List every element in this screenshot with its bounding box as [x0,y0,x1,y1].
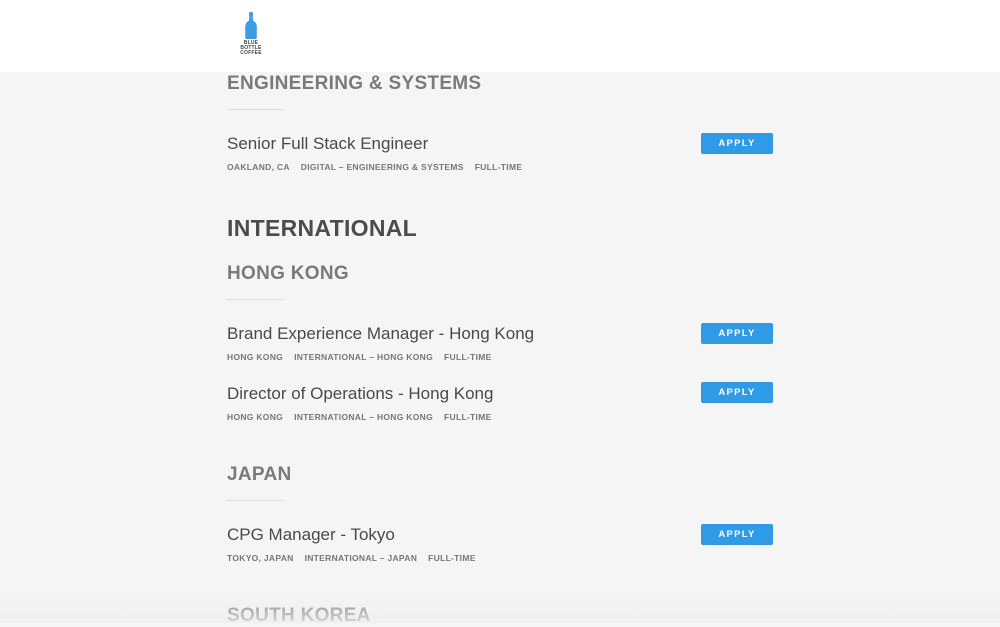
job-title-cpg-manager-tokyo[interactable]: CPG Manager - Tokyo [227,525,395,545]
bottle-icon [245,12,257,39]
job-department: DIGITAL – ENGINEERING & SYSTEMS [300,162,464,172]
section-heading-hong-kong: HONG KONG [227,263,349,284]
job-department: INTERNATIONAL – HONG KONG [294,412,434,422]
section-heading-japan: JAPAN [227,464,292,485]
blue-bottle-logo[interactable]: BLUE BOTTLE COFFEE [233,12,269,56]
apply-button[interactable]: APPLY [701,524,773,545]
job-location: OAKLAND, CA [227,162,290,172]
logo-wordmark: BLUE BOTTLE COFFEE [240,40,262,56]
apply-button[interactable]: APPLY [701,323,773,344]
job-department: INTERNATIONAL – HONG KONG [294,352,434,362]
job-location: HONG KONG [227,352,284,362]
job-title-brand-experience-manager[interactable]: Brand Experience Manager - Hong Kong [227,324,534,344]
job-department: INTERNATIONAL – JAPAN [304,553,418,563]
job-meta: HONG KONG INTERNATIONAL – HONG KONG FULL… [227,352,492,362]
section-divider [227,109,284,110]
job-meta: HONG KONG INTERNATIONAL – HONG KONG FULL… [227,412,492,422]
section-divider [227,500,284,501]
job-location: TOKYO, JAPAN [227,553,294,563]
job-type: FULL-TIME [474,162,523,172]
apply-button[interactable]: APPLY [701,133,773,154]
site-header: BLUE BOTTLE COFFEE [0,0,1000,72]
job-type: FULL-TIME [428,553,476,563]
job-title-director-of-operations[interactable]: Director of Operations - Hong Kong [227,384,493,404]
job-meta: OAKLAND, CA DIGITAL – ENGINEERING & SYST… [227,162,522,172]
job-title-senior-full-stack-engineer[interactable]: Senior Full Stack Engineer [227,134,428,154]
section-divider [227,299,284,300]
job-meta: TOKYO, JAPAN INTERNATIONAL – JAPAN FULL-… [227,553,476,563]
job-location: HONG KONG [227,412,284,422]
careers-listing: ENGINEERING & SYSTEMS Senior Full Stack … [227,0,787,626]
job-type: FULL-TIME [444,412,492,422]
section-heading-engineering: ENGINEERING & SYSTEMS [227,73,482,94]
section-heading-south-korea: SOUTH KOREA [227,605,371,626]
job-type: FULL-TIME [444,352,492,362]
section-heading-international: INTERNATIONAL [227,215,418,241]
apply-button[interactable]: APPLY [701,382,773,403]
